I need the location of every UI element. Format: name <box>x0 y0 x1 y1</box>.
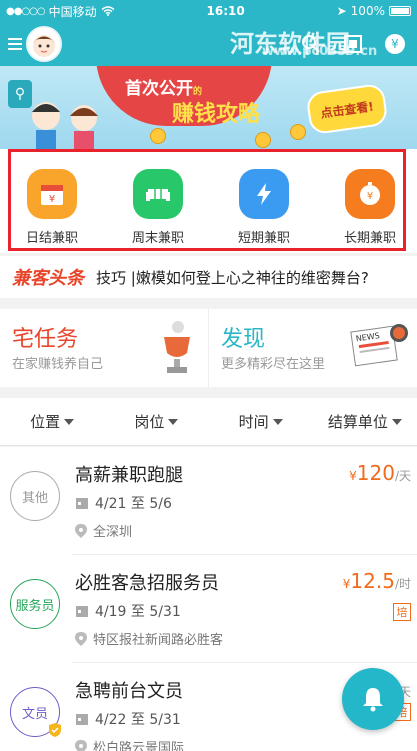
job-location-text: 特区报社新闻路必胜客 <box>93 633 224 648</box>
promo-home-tasks[interactable]: 宅任务 在家赚钱养自己 <box>0 309 208 387</box>
job-category-tag: 文员 <box>10 687 61 737</box>
job-title: 高薪兼职跑腿 <box>75 465 183 486</box>
job-date: 4/22 至 5/31 <box>75 709 181 729</box>
promo-discover[interactable]: 发现 更多精彩尽在这里 NEWS <box>208 309 417 387</box>
job-pay: ¥12.5/时 <box>343 569 411 593</box>
wifi-icon <box>101 6 115 16</box>
calendar-icon <box>76 498 88 509</box>
job-location: 特区报社新闻路必胜客 <box>75 629 223 648</box>
category-row: ¥ 日结兼职 周末兼职 短期兼职 ¥ 长期兼职 <box>0 149 417 253</box>
sofa-icon <box>133 169 183 219</box>
location-pin-icon <box>75 631 87 646</box>
wallet-yen-icon[interactable]: ¥ <box>381 30 409 58</box>
job-location: 松白路云景国际 <box>75 737 184 751</box>
category-label: 短期兼职 <box>237 231 290 246</box>
job-date-text: 4/19 至 5/31 <box>95 604 181 620</box>
clock: 16:10 <box>206 4 245 18</box>
promo-title: 宅任务 <box>12 327 79 352</box>
banner-subtitle: 赚钱攻略 <box>172 102 261 127</box>
category-daily[interactable]: ¥ 日结兼职 <box>12 169 92 246</box>
filter-settlement[interactable]: 结算单位 <box>313 411 417 432</box>
job-item[interactable]: 其他 高薪兼职跑腿 4/21 至 5/6 全深圳 ¥120/天 <box>0 447 417 555</box>
coin-icon <box>255 132 271 148</box>
calendar-yen-icon: ¥ <box>27 169 77 219</box>
caret-down-icon <box>64 418 75 425</box>
job-location: 全深圳 <box>75 521 132 540</box>
news-ticker[interactable]: 兼客头条 技巧 |嫩模如何登上心之神往的维密舞台? <box>0 256 417 298</box>
training-badge: 培 <box>393 603 411 621</box>
location-pin-icon <box>75 739 87 751</box>
pay-unit: /时 <box>394 577 411 591</box>
promo-subtitle: 更多精彩尽在这里 <box>221 357 326 372</box>
filter-label: 时间 <box>238 413 269 431</box>
filter-location[interactable]: 位置 <box>0 411 104 432</box>
status-bar: ●●○○○ 中国移动 16:10 ➤ 100% <box>0 0 417 22</box>
news-paper-icon: NEWS <box>350 324 408 367</box>
pay-amount: 120 <box>356 461 395 485</box>
pay-amount: 12.5 <box>350 569 395 593</box>
caret-down-icon <box>168 418 179 425</box>
trophy-icon <box>164 321 190 373</box>
job-item[interactable]: 服务员 必胜客急招服务员 4/19 至 5/31 特区报社新闻路必胜客 ¥12.… <box>0 555 417 663</box>
promo-title: 发现 <box>221 327 266 352</box>
svg-text:¥: ¥ <box>49 194 55 205</box>
notification-button[interactable] <box>342 668 404 730</box>
job-date-text: 4/21 至 5/6 <box>95 496 172 512</box>
location-arrow-icon: ➤ <box>336 4 347 18</box>
job-date-text: 4/22 至 5/31 <box>95 712 181 728</box>
filter-bar: 位置 岗位 时间 结算单位 <box>0 398 417 446</box>
svg-text:¥: ¥ <box>391 37 399 51</box>
battery-icon <box>388 6 411 16</box>
lightning-icon <box>239 169 289 219</box>
location-pin-icon <box>75 523 87 538</box>
calendar-icon <box>76 714 88 725</box>
calendar-icon <box>76 606 88 617</box>
category-label: 日结兼职 <box>25 231 78 246</box>
filter-label: 结算单位 <box>327 413 388 431</box>
job-date: 4/21 至 5/6 <box>75 493 172 513</box>
battery-percent: 100% <box>350 4 385 18</box>
coin-icon <box>150 128 166 144</box>
caret-down-icon <box>391 418 402 425</box>
category-weekend[interactable]: 周末兼职 <box>118 169 198 246</box>
filter-label: 位置 <box>30 413 61 431</box>
pay-unit: /天 <box>394 469 411 483</box>
filter-time[interactable]: 时间 <box>209 411 313 432</box>
pay-currency: ¥ <box>349 469 357 483</box>
svg-text:¥: ¥ <box>367 191 373 202</box>
signal-icon: ●●○○○ <box>6 5 46 17</box>
filter-position[interactable]: 岗位 <box>104 411 208 432</box>
job-category-tag: 其他 <box>10 471 60 521</box>
verified-shield-icon <box>49 723 61 737</box>
coin-icon <box>290 124 306 140</box>
job-pay: ¥120/天 <box>349 461 411 485</box>
bell-icon <box>363 688 383 712</box>
promo-banner[interactable]: ⚲ 首次公开的 赚钱攻略 点击查看! <box>0 66 417 149</box>
kids-illustration <box>32 102 98 149</box>
caret-down-icon <box>272 418 283 425</box>
stopwatch-yen-icon: ¥ <box>345 169 395 219</box>
filter-label: 岗位 <box>134 413 165 431</box>
top-bar: ●●○○○ 中国移动 16:10 ➤ 100% ¥ 河东软件园 www.pc03… <box>0 0 417 66</box>
ticker-brand: 兼客头条 <box>12 268 84 289</box>
promo-cards: 宅任务 在家赚钱养自己 发现 更多精彩尽在这里 NEWS <box>0 309 417 387</box>
category-long-term[interactable]: ¥ 长期兼职 <box>330 169 410 246</box>
menu-icon[interactable] <box>8 38 22 50</box>
promo-subtitle: 在家赚钱养自己 <box>12 357 104 372</box>
watermark-url: www.pc0359.cn <box>262 44 378 59</box>
job-category-text: 文员 <box>21 706 48 722</box>
job-location-text: 松白路云景国际 <box>93 741 185 751</box>
category-short-term[interactable]: 短期兼职 <box>224 169 304 246</box>
ticker-text[interactable]: 技巧 |嫩模如何登上心之神往的维密舞台? <box>96 267 369 288</box>
category-label: 长期兼职 <box>343 231 396 246</box>
job-category-tag: 服务员 <box>10 579 60 629</box>
job-date: 4/19 至 5/31 <box>75 601 181 621</box>
carrier-label: 中国移动 <box>48 4 97 19</box>
job-location-text: 全深圳 <box>93 525 133 540</box>
avatar[interactable] <box>26 26 62 62</box>
category-label: 周末兼职 <box>131 231 184 246</box>
banner-cta[interactable]: 点击查看! <box>305 82 389 136</box>
job-title: 必胜客急招服务员 <box>75 573 219 594</box>
job-title: 急聘前台文员 <box>75 681 183 702</box>
